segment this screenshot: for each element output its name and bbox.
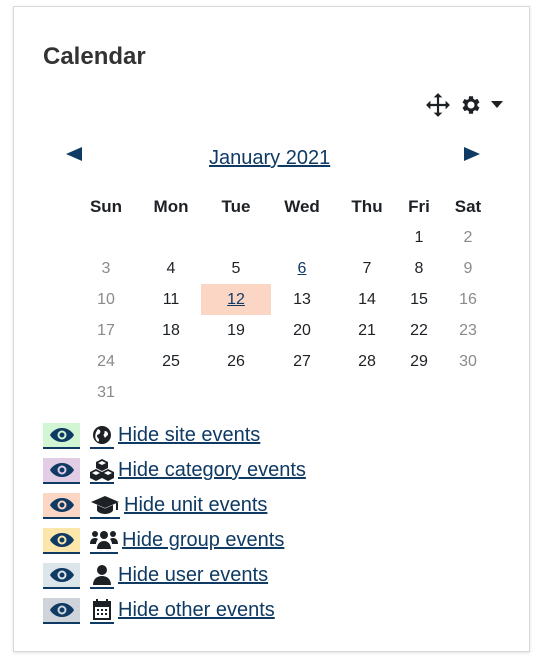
filter-other-events[interactable]: Hide other events: [43, 593, 306, 628]
day-cell: [201, 377, 271, 408]
day-cell: [333, 222, 401, 253]
week-row: 24 25 26 27 28 29 30: [71, 346, 499, 377]
prev-month-button[interactable]: [64, 146, 84, 167]
day-cell: 28: [358, 352, 376, 370]
block-controls: [425, 92, 503, 118]
day-cell: 13: [293, 290, 311, 308]
day-cell: 29: [410, 352, 428, 370]
event-filters: Hide site events Hide category events Hi…: [43, 418, 306, 628]
current-month-link[interactable]: January 2021: [209, 147, 330, 170]
day-cell: 1: [414, 228, 424, 246]
day-cell: [271, 222, 333, 253]
day-cell: [271, 377, 333, 408]
day-cell: 20: [293, 321, 311, 339]
month-navigation: January 2021: [64, 142, 484, 172]
weekday-header: Fri: [408, 197, 430, 216]
filter-label[interactable]: Hide site events: [118, 424, 260, 447]
week-row: 17 18 19 20 21 22 23: [71, 315, 499, 346]
day-cell: 3: [101, 259, 111, 277]
day-cell: 15: [410, 290, 428, 308]
day-cell: 16: [459, 290, 477, 308]
day-cell-with-event[interactable]: 6: [271, 253, 333, 284]
weekday-header: Sun: [89, 197, 123, 216]
day-cell: 2: [463, 228, 473, 246]
eye-icon[interactable]: [43, 562, 80, 589]
day-cell: 8: [414, 259, 424, 277]
users-icon: [90, 528, 118, 554]
gear-icon[interactable]: [459, 93, 483, 117]
week-row: 1 2: [71, 222, 499, 253]
week-row: 31: [71, 377, 499, 408]
day-cell: 27: [293, 352, 311, 370]
calendar-grid: Sun Mon Tue Wed Thu Fri Sat 1 2 3 4 5 6 …: [71, 192, 499, 408]
filter-group-events[interactable]: Hide group events: [43, 523, 306, 558]
day-cell: 25: [162, 352, 180, 370]
move-icon[interactable]: [425, 92, 451, 118]
filter-label[interactable]: Hide category events: [118, 459, 306, 482]
filter-label[interactable]: Hide other events: [118, 599, 275, 622]
day-cell: 5: [231, 259, 241, 277]
calendar-icon: [90, 598, 114, 624]
day-cell: 17: [97, 321, 115, 339]
eye-icon[interactable]: [43, 492, 80, 519]
filter-label[interactable]: Hide user events: [118, 564, 268, 587]
eye-icon[interactable]: [43, 527, 80, 554]
next-arrow-icon: [464, 147, 480, 161]
filter-user-events[interactable]: Hide user events: [43, 558, 306, 593]
eye-icon[interactable]: [43, 457, 80, 484]
day-cell: 14: [358, 290, 376, 308]
graduation-cap-icon: [90, 493, 120, 519]
weekday-header: Mon: [153, 197, 189, 216]
globe-icon: [90, 423, 114, 449]
day-cell: [401, 377, 437, 408]
next-month-button[interactable]: [462, 146, 482, 167]
day-cell: [437, 377, 499, 408]
day-link[interactable]: 6: [298, 260, 307, 277]
day-cell: 22: [410, 321, 428, 339]
weekday-header: Thu: [351, 197, 383, 216]
user-icon: [90, 563, 114, 589]
day-cell: [71, 222, 141, 253]
weekday-header-row: Sun Mon Tue Wed Thu Fri Sat: [71, 192, 499, 222]
day-link[interactable]: 12: [227, 291, 245, 308]
day-cell: 19: [227, 321, 245, 339]
week-row: 3 4 5 6 7 8 9: [71, 253, 499, 284]
block-title: Calendar: [43, 43, 146, 70]
day-cell: 7: [362, 259, 372, 277]
day-cell-today[interactable]: 12: [201, 284, 271, 315]
day-cell: 11: [162, 290, 180, 308]
filter-label[interactable]: Hide unit events: [124, 494, 267, 517]
day-cell: 4: [166, 259, 176, 277]
prev-arrow-icon: [66, 147, 82, 161]
day-cell: 31: [97, 383, 115, 401]
day-cell: 26: [227, 352, 245, 370]
weekday-header: Wed: [284, 197, 320, 216]
weekday-header: Sat: [454, 197, 482, 216]
filter-category-events[interactable]: Hide category events: [43, 453, 306, 488]
day-cell: 10: [97, 290, 115, 308]
eye-icon[interactable]: [43, 597, 80, 624]
week-row: 10 11 12 13 14 15 16: [71, 284, 499, 315]
calendar-block: Calendar January 2021 Sun Mon Tue Wed Th…: [13, 6, 530, 652]
day-cell: [201, 222, 271, 253]
filter-label[interactable]: Hide group events: [122, 529, 284, 552]
day-cell: 21: [358, 321, 376, 339]
day-cell: 9: [463, 259, 473, 277]
filter-site-events[interactable]: Hide site events: [43, 418, 306, 453]
day-cell: 24: [97, 352, 115, 370]
day-cell: [141, 222, 201, 253]
eye-icon[interactable]: [43, 422, 80, 449]
day-cell: 23: [459, 321, 477, 339]
cubes-icon: [90, 458, 114, 484]
weekday-header: Tue: [221, 197, 251, 216]
day-cell: 30: [459, 352, 477, 370]
day-cell: [141, 377, 201, 408]
caret-down-icon[interactable]: [491, 101, 503, 109]
day-cell: [333, 377, 401, 408]
day-cell: 18: [162, 321, 180, 339]
filter-unit-events[interactable]: Hide unit events: [43, 488, 306, 523]
